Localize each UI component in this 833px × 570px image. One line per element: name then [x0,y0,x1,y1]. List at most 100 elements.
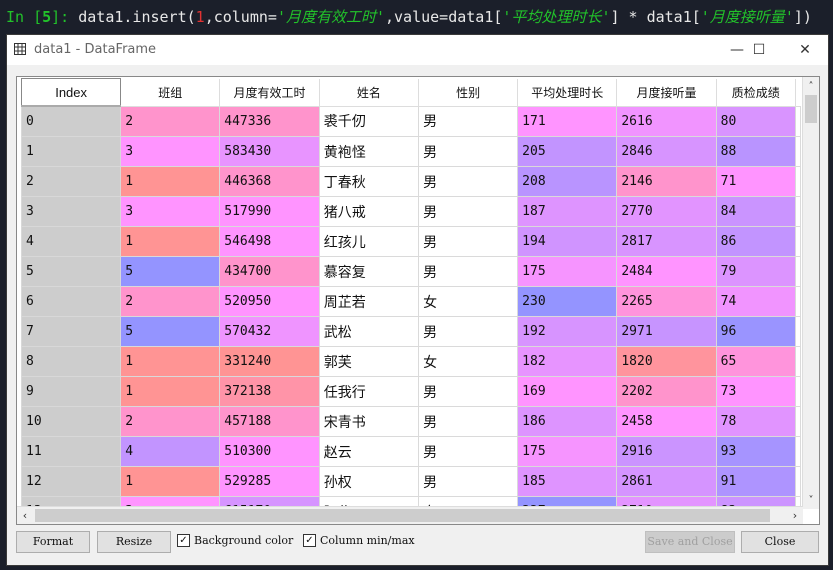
table-cell[interactable]: 3 [120,196,221,227]
row-index-cell[interactable]: 11 [21,436,122,467]
column-header[interactable]: 月度接听量 [616,78,717,107]
row-index-cell[interactable]: 4 [21,226,122,257]
table-cell[interactable]: 周芷若 [318,286,420,317]
table-cell[interactable]: 615170 [219,496,320,506]
table-cell[interactable]: 91 [715,466,797,497]
maximize-button[interactable]: ☐ [737,35,781,65]
table-cell[interactable]: 2916 [616,436,717,467]
row-index-cell[interactable]: 3 [21,196,122,227]
vertical-scroll-thumb[interactable] [805,95,817,123]
row-index-cell[interactable]: 9 [21,376,122,407]
scroll-right-icon[interactable]: › [787,507,803,524]
table-cell[interactable]: 86 [715,226,797,257]
table-cell[interactable]: 80 [715,105,797,137]
table-cell[interactable]: 丁春秋 [318,166,420,197]
vertical-scrollbar[interactable]: ˄ ˅ [802,77,819,509]
table-cell[interactable]: 2458 [616,406,717,437]
table-cell[interactable]: 慕容复 [318,256,420,287]
table-cell[interactable]: 372138 [219,376,320,407]
table-cell[interactable]: 169 [517,376,618,407]
table-cell[interactable]: 73 [715,376,797,407]
row-index-cell[interactable]: 0 [21,105,122,137]
column-header[interactable]: 班组 [120,78,221,107]
row-index-cell[interactable]: 8 [21,346,122,377]
column-header[interactable]: 性别 [418,78,519,107]
table-cell[interactable]: 2146 [616,166,717,197]
table-cell[interactable]: 男 [418,256,519,287]
format-button[interactable]: Format [16,531,90,553]
table-cell[interactable]: 447336 [219,105,320,137]
table-cell[interactable]: 红孩儿 [318,226,420,257]
table-cell[interactable]: 583430 [219,136,320,167]
table-cell[interactable]: 黄袍怪 [318,136,420,167]
table-cell[interactable]: 女 [418,286,519,317]
column-header-index[interactable]: Index [21,78,122,107]
row-index-cell[interactable]: 10 [21,406,122,437]
scroll-left-icon[interactable]: ‹ [17,507,33,524]
table-cell[interactable]: 2710 [616,496,717,506]
column-header[interactable]: 质检成绩 [716,78,797,107]
table-cell[interactable]: 65 [715,346,797,377]
table-cell[interactable]: 女 [418,346,519,377]
table-cell[interactable]: 71 [715,166,797,197]
table-cell[interactable]: 郭芙 [318,346,420,377]
table-cell[interactable]: 208 [517,166,618,197]
scroll-down-icon[interactable]: ˅ [803,493,819,509]
table-cell[interactable]: 3 [120,496,221,506]
table-cell[interactable]: 1 [120,346,221,377]
table-cell[interactable]: 武松 [318,316,420,347]
horizontal-scrollbar[interactable]: ‹ › [17,506,803,524]
row-index-cell[interactable]: 6 [21,286,122,317]
table-cell[interactable]: 1820 [616,346,717,377]
table-cell[interactable]: 2484 [616,256,717,287]
table-cell[interactable]: 227 [517,496,618,506]
table-cell[interactable]: 2817 [616,226,717,257]
table-cell[interactable]: 520950 [219,286,320,317]
row-index-cell[interactable]: 7 [21,316,122,347]
table-cell[interactable]: 1 [120,466,221,497]
table-cell[interactable]: 3 [120,136,221,167]
table-cell[interactable]: 192 [517,316,618,347]
table-cell[interactable]: 434700 [219,256,320,287]
table-cell[interactable]: 446368 [219,166,320,197]
table-cell[interactable]: 93 [715,436,797,467]
table-cell[interactable]: 83 [715,496,797,506]
horizontal-scroll-thumb[interactable] [35,509,770,522]
table-cell[interactable]: 84 [715,196,797,227]
table-cell[interactable]: 裘千仞 [318,105,420,137]
table-cell[interactable]: 78 [715,406,797,437]
row-index-cell[interactable]: 1 [21,136,122,167]
table-cell[interactable]: 孙权 [318,466,420,497]
table-cell[interactable]: 男 [418,226,519,257]
table-cell[interactable]: 5 [120,316,221,347]
table-cell[interactable]: 1 [120,226,221,257]
table-cell[interactable]: 546498 [219,226,320,257]
table-cell[interactable]: 79 [715,256,797,287]
table-cell[interactable]: 2 [120,406,221,437]
table-cell[interactable]: 男 [418,316,519,347]
table-cell[interactable]: 2 [120,286,221,317]
column-header[interactable]: 平均处理时长 [517,78,618,107]
table-cell[interactable]: 男 [418,406,519,437]
resize-button[interactable]: Resize [97,531,171,553]
table-cell[interactable]: 赵云 [318,436,420,467]
table-cell[interactable]: 男 [418,376,519,407]
table-cell[interactable]: 205 [517,136,618,167]
table-cell[interactable]: 女 [418,496,519,506]
table-cell[interactable]: 宋青书 [318,406,420,437]
table-cell[interactable]: 331240 [219,346,320,377]
table-cell[interactable]: 2265 [616,286,717,317]
table-cell[interactable]: 4 [120,436,221,467]
table-cell[interactable]: 2202 [616,376,717,407]
column-header[interactable]: 月度有效工时 [219,78,320,107]
background-color-checkbox[interactable]: ✓ Background color [177,534,293,547]
table-cell[interactable]: 194 [517,226,618,257]
row-index-cell[interactable]: 5 [21,256,122,287]
table-cell[interactable]: 男 [418,136,519,167]
table-cell[interactable]: 男 [418,196,519,227]
table-cell[interactable]: 2 [120,105,221,137]
table-cell[interactable]: 1 [120,166,221,197]
table-cell[interactable]: 5 [120,256,221,287]
table-cell[interactable]: 186 [517,406,618,437]
table-cell[interactable]: 529285 [219,466,320,497]
